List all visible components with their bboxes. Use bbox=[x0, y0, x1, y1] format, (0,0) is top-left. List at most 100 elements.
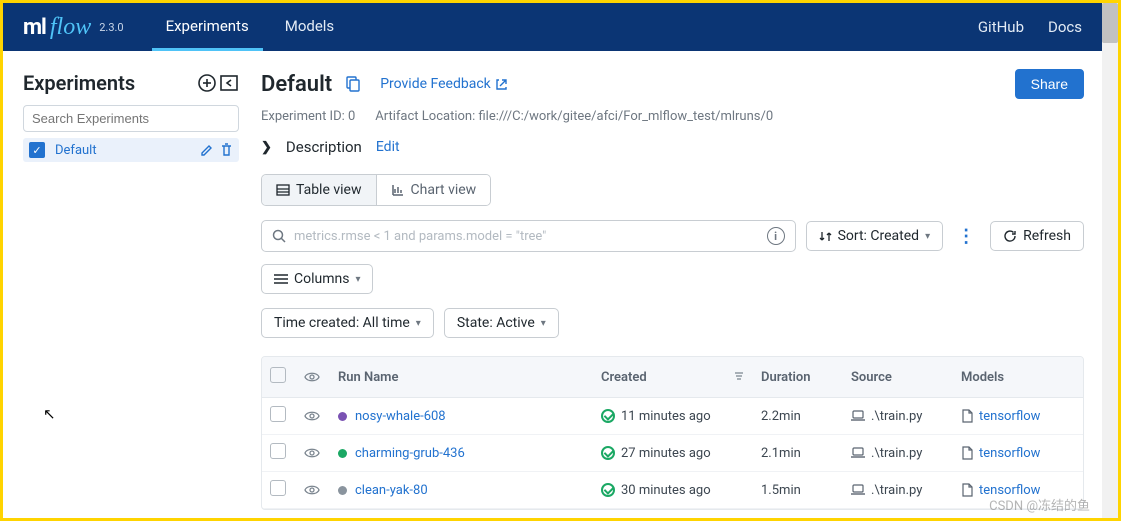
description-toggle-icon[interactable]: ❯ bbox=[261, 140, 272, 155]
share-button[interactable]: Share bbox=[1015, 69, 1084, 99]
sort-desc-icon[interactable] bbox=[733, 370, 745, 382]
time-filter-label: Time created: All time bbox=[274, 315, 410, 331]
file-icon bbox=[961, 446, 973, 460]
col-duration[interactable]: Duration bbox=[753, 357, 843, 398]
sidebar-item-default[interactable]: ✓ Default bbox=[23, 138, 239, 162]
version-label: 2.3.0 bbox=[99, 21, 123, 34]
created-text: 11 minutes ago bbox=[621, 409, 711, 424]
visibility-icon[interactable] bbox=[304, 484, 322, 496]
view-toggle: Table view Chart view bbox=[261, 174, 491, 206]
file-icon bbox=[961, 409, 973, 423]
sidebar-item-label[interactable]: Default bbox=[55, 143, 190, 158]
status-dot-icon bbox=[338, 449, 347, 458]
nav-tab-models[interactable]: Models bbox=[271, 3, 348, 51]
refresh-button[interactable]: Refresh bbox=[990, 221, 1084, 251]
sidebar-title: Experiments bbox=[23, 71, 135, 95]
main-panel: Default Provide Feedback Share Experimen… bbox=[253, 51, 1102, 518]
columns-label: Columns bbox=[294, 271, 349, 287]
refresh-icon bbox=[1003, 229, 1017, 243]
nav-tab-experiments-label: Experiments bbox=[166, 17, 249, 35]
chevron-down-icon: ▾ bbox=[541, 318, 546, 329]
search-help-icon[interactable]: i bbox=[767, 227, 785, 245]
mlflow-logo: mlflow bbox=[23, 14, 91, 41]
chart-view-label: Chart view bbox=[411, 182, 477, 198]
sort-button[interactable]: Sort: Created ▾ bbox=[806, 221, 944, 251]
nav-tab-experiments[interactable]: Experiments bbox=[152, 3, 263, 51]
external-link-icon bbox=[495, 78, 508, 91]
duration-text: 2.1min bbox=[753, 435, 843, 472]
search-runs-input[interactable]: metrics.rmse < 1 and params.model = "tre… bbox=[261, 220, 796, 252]
browser-scrollbar[interactable] bbox=[1102, 3, 1118, 518]
chart-view-button[interactable]: Chart view bbox=[376, 175, 491, 205]
description-label: Description bbox=[286, 138, 362, 156]
row-checkbox[interactable] bbox=[270, 406, 286, 422]
table-row[interactable]: nosy-whale-608 11 minutes ago 2.2min .\t… bbox=[262, 398, 1083, 435]
logo-ml: ml bbox=[23, 15, 46, 40]
chevron-down-icon: ▾ bbox=[925, 231, 930, 242]
run-name-link[interactable]: clean-yak-80 bbox=[355, 483, 428, 498]
refresh-label: Refresh bbox=[1023, 228, 1071, 244]
checkbox-checked-icon[interactable]: ✓ bbox=[29, 142, 45, 158]
col-created[interactable]: Created bbox=[593, 357, 753, 398]
run-name-link[interactable]: nosy-whale-608 bbox=[355, 409, 446, 424]
copy-icon[interactable] bbox=[344, 76, 360, 92]
page-title: Default bbox=[261, 72, 332, 97]
table-view-label: Table view bbox=[296, 182, 362, 198]
provide-feedback-link[interactable]: Provide Feedback bbox=[380, 76, 508, 92]
model-text: tensorflow bbox=[979, 446, 1040, 461]
artifact-location-label: Artifact Location: file:///C:/work/gitee… bbox=[375, 109, 773, 124]
model-link[interactable]: tensorflow bbox=[961, 483, 1075, 498]
add-experiment-icon[interactable] bbox=[197, 73, 217, 93]
row-checkbox[interactable] bbox=[270, 443, 286, 459]
col-run-name[interactable]: Run Name bbox=[330, 357, 593, 398]
visibility-icon[interactable] bbox=[304, 447, 322, 459]
table-row[interactable]: charming-grub-436 27 minutes ago 2.1min … bbox=[262, 435, 1083, 472]
source-text: .\train.py bbox=[871, 409, 922, 424]
columns-icon bbox=[274, 273, 288, 285]
visibility-icon[interactable] bbox=[304, 410, 322, 422]
source-text: .\train.py bbox=[871, 483, 922, 498]
col-source[interactable]: Source bbox=[843, 357, 953, 398]
runs-table: Run Name Created Duration Source Models … bbox=[261, 356, 1084, 510]
columns-button[interactable]: Columns ▾ bbox=[261, 264, 373, 294]
table-view-button[interactable]: Table view bbox=[262, 175, 376, 205]
select-all-checkbox[interactable] bbox=[270, 367, 286, 383]
laptop-icon bbox=[851, 447, 865, 459]
status-dot-icon bbox=[338, 486, 347, 495]
overflow-menu-icon[interactable]: ⋮ bbox=[953, 226, 980, 247]
col-models[interactable]: Models bbox=[953, 357, 1083, 398]
table-row[interactable]: clean-yak-80 30 minutes ago 1.5min .\tra… bbox=[262, 472, 1083, 509]
model-text: tensorflow bbox=[979, 483, 1040, 498]
search-icon bbox=[272, 229, 286, 243]
file-icon bbox=[961, 483, 973, 497]
logo-flow: flow bbox=[50, 14, 91, 41]
run-name-link[interactable]: charming-grub-436 bbox=[355, 446, 465, 461]
edit-description-link[interactable]: Edit bbox=[376, 139, 400, 155]
created-text: 30 minutes ago bbox=[621, 483, 711, 498]
status-success-icon bbox=[601, 446, 615, 460]
visibility-header-icon[interactable] bbox=[304, 371, 322, 383]
status-dot-icon bbox=[338, 412, 347, 421]
status-success-icon bbox=[601, 483, 615, 497]
time-filter-button[interactable]: Time created: All time ▾ bbox=[261, 308, 434, 338]
chevron-down-icon: ▾ bbox=[355, 274, 360, 285]
nav-tab-models-label: Models bbox=[285, 17, 334, 35]
status-success-icon bbox=[601, 409, 615, 423]
duration-text: 2.2min bbox=[753, 398, 843, 435]
source-text: .\train.py bbox=[871, 446, 922, 461]
edit-experiment-icon[interactable] bbox=[200, 143, 214, 157]
sort-label: Sort: Created bbox=[838, 228, 920, 244]
collapse-sidebar-icon[interactable] bbox=[219, 73, 239, 93]
delete-experiment-icon[interactable] bbox=[220, 143, 233, 157]
state-filter-button[interactable]: State: Active ▾ bbox=[444, 308, 559, 338]
link-github[interactable]: GitHub bbox=[978, 18, 1024, 36]
provide-feedback-label: Provide Feedback bbox=[380, 76, 491, 92]
model-link[interactable]: tensorflow bbox=[961, 409, 1075, 424]
search-experiments-input[interactable] bbox=[23, 105, 239, 132]
row-checkbox[interactable] bbox=[270, 480, 286, 496]
experiment-id-label: Experiment ID: 0 bbox=[261, 109, 355, 124]
link-docs[interactable]: Docs bbox=[1048, 18, 1082, 36]
model-link[interactable]: tensorflow bbox=[961, 446, 1075, 461]
duration-text: 1.5min bbox=[753, 472, 843, 509]
chevron-down-icon: ▾ bbox=[416, 318, 421, 329]
